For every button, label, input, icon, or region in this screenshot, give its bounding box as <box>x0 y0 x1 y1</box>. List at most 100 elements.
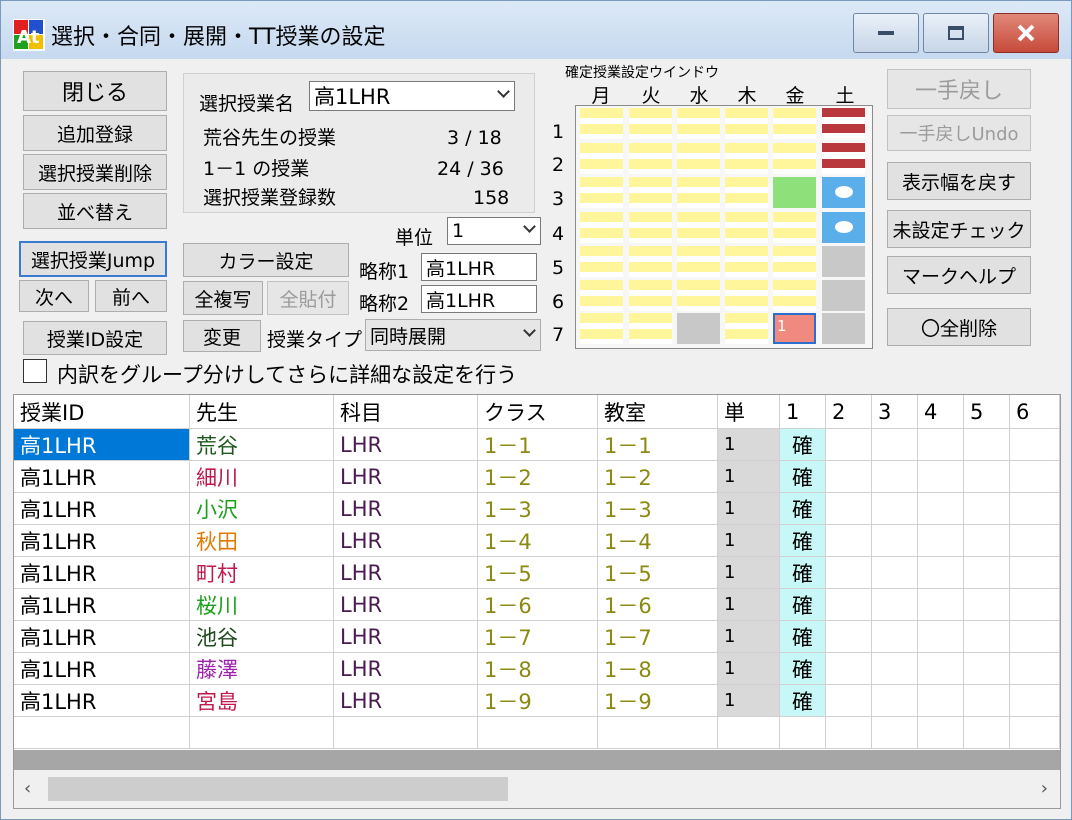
change-button[interactable]: 変更 <box>183 320 261 352</box>
table-cell[interactable] <box>1010 461 1060 493</box>
prev-button[interactable]: 前へ <box>95 280 167 312</box>
table-cell[interactable]: 細川 <box>190 461 334 493</box>
table-cell[interactable]: 1－9 <box>478 685 598 717</box>
column-header[interactable]: 教室 <box>598 395 718 429</box>
table-cell[interactable] <box>872 717 918 749</box>
timetable-cell[interactable] <box>822 143 865 174</box>
table-cell[interactable] <box>872 557 918 589</box>
timetable-cell[interactable] <box>822 313 865 344</box>
table-cell[interactable] <box>964 429 1010 461</box>
timetable-cell[interactable] <box>677 108 720 139</box>
timetable-cell[interactable] <box>580 212 623 243</box>
table-cell[interactable]: 確 <box>780 493 826 525</box>
table-cell[interactable]: LHR <box>334 493 478 525</box>
table-cell[interactable] <box>918 429 964 461</box>
next-button[interactable]: 次へ <box>19 280 89 312</box>
table-cell[interactable] <box>826 685 872 717</box>
timetable-cell[interactable] <box>580 280 623 311</box>
table-cell[interactable]: 確 <box>780 653 826 685</box>
table-cell[interactable] <box>918 461 964 493</box>
table-cell[interactable]: 1－1 <box>598 429 718 461</box>
table-cell[interactable] <box>1010 429 1060 461</box>
sort-button[interactable]: 並べ替え <box>23 193 167 229</box>
table-cell[interactable] <box>826 525 872 557</box>
timetable-cell[interactable] <box>677 313 720 344</box>
delete-class-button[interactable]: 選択授業削除 <box>23 154 167 190</box>
undo-en-button[interactable]: 一手戻しUndo <box>887 115 1031 151</box>
maximize-button[interactable] <box>923 13 989 53</box>
add-button[interactable]: 追加登録 <box>23 115 167 151</box>
table-cell[interactable]: 確 <box>780 685 826 717</box>
timetable-cell[interactable] <box>580 143 623 174</box>
table-cell[interactable] <box>826 429 872 461</box>
table-cell[interactable]: 1－6 <box>598 589 718 621</box>
column-header[interactable]: 単 <box>718 395 780 429</box>
table-cell[interactable] <box>872 589 918 621</box>
table-cell[interactable]: 藤澤 <box>190 653 334 685</box>
table-cell[interactable] <box>964 589 1010 621</box>
selected-class-dropdown[interactable]: 高1LHR <box>309 81 515 111</box>
table-cell[interactable] <box>964 621 1010 653</box>
timetable-cell[interactable] <box>822 212 865 243</box>
table-cell[interactable]: 1－4 <box>598 525 718 557</box>
timetable-cell[interactable] <box>580 108 623 139</box>
table-cell[interactable] <box>918 717 964 749</box>
timetable-cell[interactable] <box>725 177 768 208</box>
class-type-dropdown[interactable]: 同時展開 <box>365 319 541 351</box>
reset-width-button[interactable]: 表示幅を戻す <box>887 162 1031 200</box>
table-cell[interactable] <box>872 525 918 557</box>
column-header[interactable]: 6 <box>1010 395 1060 429</box>
undo-button[interactable]: 一手戻し <box>887 69 1031 109</box>
table-cell[interactable]: 1－3 <box>478 493 598 525</box>
column-header[interactable]: 4 <box>918 395 964 429</box>
table-cell[interactable]: 1 <box>718 493 780 525</box>
timetable-cell[interactable] <box>677 177 720 208</box>
horizontal-scrollbar[interactable]: ‹ › <box>14 770 1060 808</box>
table-cell[interactable] <box>826 461 872 493</box>
timetable-cell[interactable] <box>773 108 816 139</box>
table-cell[interactable] <box>826 653 872 685</box>
table-cell[interactable] <box>826 621 872 653</box>
timetable-cell[interactable] <box>580 313 623 344</box>
timetable-cell[interactable] <box>822 280 865 311</box>
table-cell[interactable] <box>1010 717 1060 749</box>
table-cell[interactable] <box>1010 653 1060 685</box>
timetable-cell[interactable] <box>629 246 672 277</box>
close-window-button[interactable] <box>993 13 1059 53</box>
scrollbar-thumb[interactable] <box>48 777 508 801</box>
table-cell[interactable] <box>334 717 478 749</box>
table-cell[interactable]: 高1LHR <box>14 653 190 685</box>
table-cell[interactable]: 1 <box>718 557 780 589</box>
column-header[interactable]: 先生 <box>190 395 334 429</box>
table-cell[interactable]: LHR <box>334 621 478 653</box>
column-header[interactable]: 科目 <box>334 395 478 429</box>
table-cell[interactable]: 1－7 <box>598 621 718 653</box>
table-cell[interactable] <box>918 653 964 685</box>
table-cell[interactable] <box>14 717 190 749</box>
unit-dropdown[interactable]: 1 <box>447 217 541 245</box>
timetable-cell[interactable] <box>580 177 623 208</box>
timetable-cell[interactable] <box>629 313 672 344</box>
table-cell[interactable] <box>964 525 1010 557</box>
table-cell[interactable]: 1－2 <box>598 461 718 493</box>
table-cell[interactable]: 1－5 <box>478 557 598 589</box>
timetable-cell[interactable] <box>629 212 672 243</box>
timetable-cell[interactable] <box>677 143 720 174</box>
timetable-cell[interactable] <box>677 280 720 311</box>
close-button[interactable]: 閉じる <box>23 71 167 111</box>
timetable-cell[interactable] <box>677 212 720 243</box>
table-cell[interactable] <box>872 685 918 717</box>
delete-all-button[interactable]: 〇全削除 <box>887 308 1031 346</box>
minimize-button[interactable] <box>853 13 919 53</box>
timetable-cell[interactable] <box>725 280 768 311</box>
timetable-cell[interactable] <box>725 143 768 174</box>
timetable-cell[interactable]: 1 <box>773 313 816 344</box>
table-cell[interactable] <box>964 653 1010 685</box>
table-cell[interactable] <box>872 493 918 525</box>
timetable-cell[interactable] <box>773 280 816 311</box>
timetable-cell[interactable] <box>822 246 865 277</box>
table-cell[interactable]: 1－6 <box>478 589 598 621</box>
class-id-setting-button[interactable]: 授業ID設定 <box>23 321 167 355</box>
table-cell[interactable]: 1－4 <box>478 525 598 557</box>
scroll-left-icon[interactable]: ‹ <box>24 778 31 799</box>
